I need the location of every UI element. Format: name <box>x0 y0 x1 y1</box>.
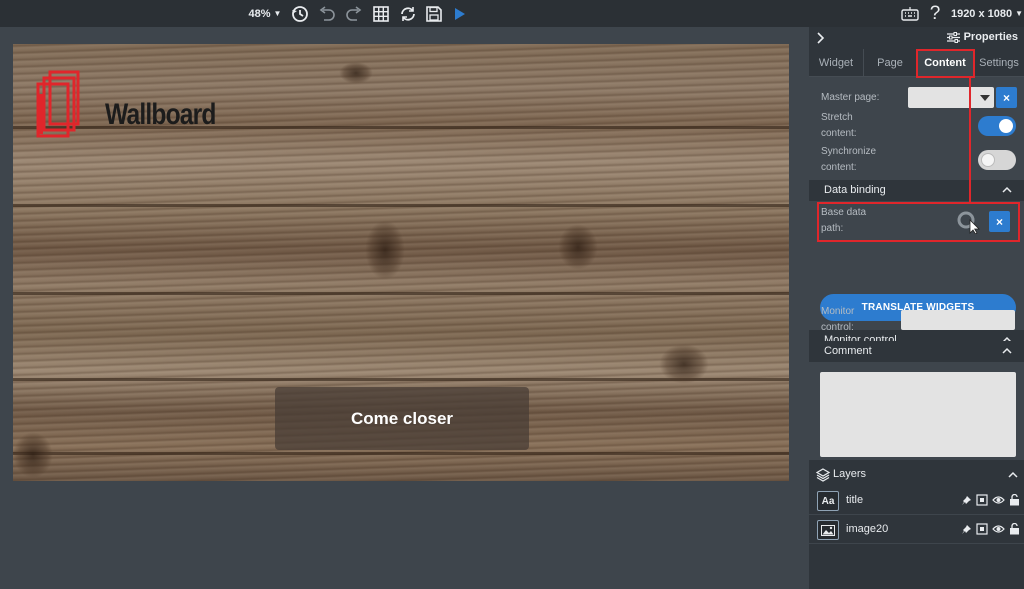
caption-text: Come closer <box>350 408 454 428</box>
history-icon[interactable] <box>289 0 311 27</box>
wood-plank-seam <box>13 452 789 455</box>
sync-label-line-2: content: <box>821 162 857 173</box>
chevron-down-icon: ▼ <box>273 9 282 18</box>
resolution-value: 1920 x 1080 <box>950 7 1013 20</box>
tab-settings[interactable]: Settings <box>974 49 1024 77</box>
chevron-up-icon <box>1002 186 1012 193</box>
grid-icon[interactable] <box>370 0 392 27</box>
toggle-knob <box>981 153 995 167</box>
top-toolbar: 48% ▼ ? 1920 x 1080 ▼ <box>0 0 1024 27</box>
layer-row-image20[interactable]: image20 <box>809 516 1024 544</box>
collapse-panel-button[interactable] <box>816 31 826 49</box>
tab-widget[interactable]: Widget <box>809 49 863 77</box>
wallboard-logo[interactable]: Wallboard <box>35 64 216 140</box>
layer-name: image20 <box>846 523 889 535</box>
wood-plank-seam <box>13 292 789 295</box>
clear-master-page-button[interactable]: × <box>996 87 1017 108</box>
chevron-up-icon <box>1002 347 1012 354</box>
undo-icon[interactable] <box>316 0 338 27</box>
master-page-label: Master page: <box>821 92 880 103</box>
comment-title: Comment <box>824 345 872 357</box>
comment-section-header[interactable]: Comment <box>809 341 1024 362</box>
logo-mark-icon <box>36 70 80 138</box>
layer-actions <box>961 523 1020 535</box>
chevron-down-icon: ▼ <box>1015 9 1024 18</box>
layers-icon <box>816 468 830 482</box>
tab-page[interactable]: Page <box>864 49 916 77</box>
chevron-up-icon <box>1008 471 1018 478</box>
master-page-select[interactable] <box>908 87 994 108</box>
wood-knot <box>365 220 405 280</box>
zoom-dropdown[interactable]: 48% ▼ <box>246 0 284 27</box>
pin-icon[interactable] <box>961 524 972 535</box>
chevron-down-icon <box>980 95 990 101</box>
page-canvas[interactable]: Wallboard Come closer <box>13 44 789 481</box>
save-icon[interactable] <box>423 0 445 27</box>
layer-name: title <box>846 494 864 506</box>
zoom-value: 48% <box>248 7 271 20</box>
help-icon[interactable]: ? <box>924 0 946 27</box>
eye-icon[interactable] <box>992 524 1005 534</box>
refresh-icon[interactable] <box>397 0 419 27</box>
play-icon[interactable] <box>450 0 470 27</box>
synchronize-content-toggle[interactable] <box>978 150 1016 170</box>
layers-section-header[interactable]: Layers <box>809 462 1024 487</box>
monitor-control-input[interactable] <box>901 310 1015 330</box>
highlight-content-tab <box>916 49 975 78</box>
wood-plank-seam <box>13 204 789 207</box>
wood-knot <box>558 224 598 270</box>
wood-knot <box>659 344 709 384</box>
caption-widget[interactable]: Come closer <box>275 387 529 450</box>
toggle-knob <box>999 119 1013 133</box>
wood-knot <box>339 62 373 84</box>
monitor-label-line-2: control: <box>821 322 854 333</box>
panel-title: Properties <box>946 31 1018 43</box>
stretch-content-toggle[interactable] <box>978 116 1016 136</box>
close-icon: × <box>1002 90 1010 105</box>
stretch-content-label: Stretch content: <box>821 110 857 142</box>
unlock-icon[interactable] <box>1009 494 1020 506</box>
monitor-label-line-1: Monitor <box>821 306 855 317</box>
monitor-control-field-label: Monitor control: <box>821 304 854 336</box>
highlight-connector <box>969 78 971 202</box>
select-box-icon[interactable] <box>976 494 988 506</box>
sliders-icon <box>946 31 960 43</box>
comment-textarea[interactable] <box>820 372 1016 457</box>
text-layer-icon: Aa <box>817 491 839 511</box>
sync-label-line-1: Synchronize <box>821 146 877 157</box>
wood-knot <box>13 432 53 478</box>
synchronize-content-label: Synchronize content: <box>821 144 876 176</box>
resolution-dropdown[interactable]: 1920 x 1080 ▼ <box>950 0 1024 27</box>
highlight-base-data-path <box>817 202 1020 242</box>
pin-icon[interactable] <box>961 495 972 506</box>
layer-actions <box>961 494 1020 506</box>
logo-text: Wallboard <box>105 98 216 131</box>
panel-header: Properties <box>809 27 1024 49</box>
panel-title-text: Properties <box>963 31 1018 43</box>
eye-icon[interactable] <box>992 495 1005 505</box>
chevron-right-icon <box>817 32 825 44</box>
stretch-label-line-2: content: <box>821 128 857 139</box>
data-binding-title: Data binding <box>824 184 886 196</box>
stretch-label-line-1: Stretch <box>821 112 853 123</box>
layer-row-title[interactable]: Aa title <box>809 487 1024 515</box>
image-layer-icon <box>817 520 839 540</box>
select-box-icon[interactable] <box>976 523 988 535</box>
keyboard-icon[interactable] <box>898 0 922 27</box>
data-binding-section-header[interactable]: Data binding <box>809 180 1024 201</box>
layers-title: Layers <box>833 468 867 480</box>
properties-panel: Properties Widget Page Content Settings … <box>809 27 1024 589</box>
unlock-icon[interactable] <box>1009 523 1020 535</box>
redo-icon[interactable] <box>343 0 365 27</box>
